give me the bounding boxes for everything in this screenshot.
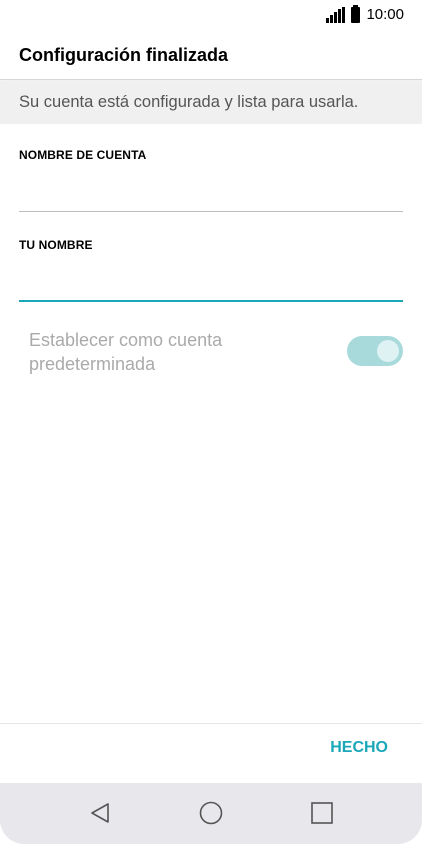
recents-icon[interactable]	[308, 799, 336, 827]
info-text: Su cuenta está configurada y lista para …	[19, 93, 359, 111]
done-button[interactable]: HECHO	[330, 739, 388, 757]
navigation-bar	[0, 783, 422, 844]
your-name-underline-focused	[19, 300, 403, 302]
account-name-label: NOMBRE DE CUENTA	[19, 148, 147, 162]
your-name-input[interactable]	[19, 268, 403, 298]
app-bar: Configuración finalizada	[0, 30, 422, 80]
status-icons: 10:00	[326, 4, 404, 23]
switch-knob	[377, 340, 399, 362]
bottom-divider	[0, 723, 422, 724]
page-title: Configuración finalizada	[19, 45, 229, 65]
account-name-input[interactable]	[19, 178, 403, 208]
default-account-label: Establecer como cuenta predeterminada	[29, 330, 223, 374]
signal-icon	[326, 6, 346, 23]
clock: 10:00	[366, 6, 404, 23]
your-name-label: TU NOMBRE	[19, 238, 93, 252]
info-banner: Su cuenta está configurada y lista para …	[0, 81, 422, 124]
default-account-switch[interactable]	[347, 336, 403, 366]
status-bar: 10:00	[0, 0, 422, 30]
battery-icon	[351, 4, 361, 23]
back-icon[interactable]	[86, 799, 114, 827]
account-name-underline	[19, 211, 403, 212]
home-icon[interactable]	[197, 799, 225, 827]
